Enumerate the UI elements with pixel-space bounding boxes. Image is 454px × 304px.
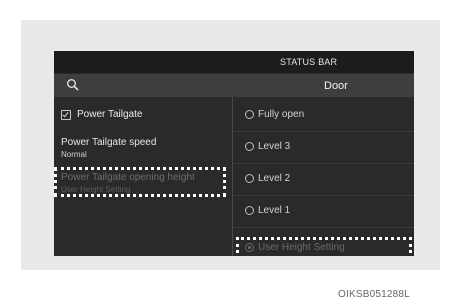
status-bar: STATUS BAR [54, 51, 414, 73]
radio-icon [245, 174, 254, 183]
height-options-list: Fully open Level 3 Level 2 Level 1 User … [233, 97, 414, 256]
figure-code: OIKSB051288L [338, 289, 410, 300]
option-label: Level 2 [258, 173, 291, 184]
highlight-box-right [236, 237, 412, 256]
header-row: Door [54, 74, 414, 97]
option-label: Level 3 [258, 141, 291, 152]
page-title: Door [324, 80, 348, 92]
settings-menu: Power Tailgate Power Tailgate speed Norm… [54, 97, 232, 256]
option-label: Level 1 [258, 205, 291, 216]
power-tailgate-label: Power Tailgate [77, 109, 143, 120]
tailgate-speed-title: Power Tailgate speed [61, 137, 157, 148]
option-label: Fully open [258, 109, 305, 120]
divider [233, 195, 414, 196]
highlight-box-left [54, 167, 226, 197]
radio-icon [245, 142, 254, 151]
divider [233, 163, 414, 164]
divider [233, 131, 414, 132]
infotainment-screen: STATUS BAR Door Power Tailgate Power Tai… [54, 51, 414, 256]
tailgate-speed-value: Normal [61, 150, 87, 159]
radio-icon [245, 110, 254, 119]
divider [233, 227, 414, 228]
status-bar-title: STATUS BAR [280, 57, 338, 67]
search-icon[interactable] [66, 78, 80, 92]
checkbox-checked-icon[interactable] [61, 110, 71, 120]
radio-icon [245, 206, 254, 215]
